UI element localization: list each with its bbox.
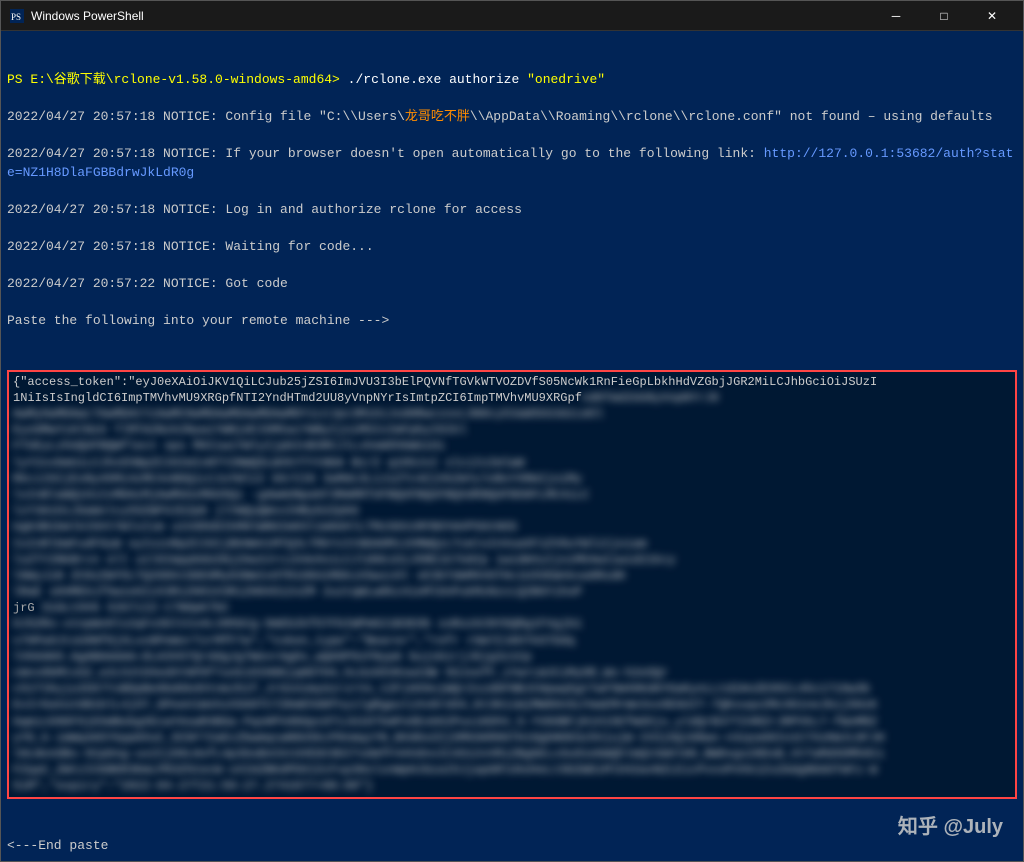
app-icon: PS [9, 8, 25, 24]
token-line-6: RkciI6IjExNy45Mi4zMC4xNDQiLCJuYWl1I b5/C… [13, 472, 582, 486]
command-arg-1: "onedrive" [527, 72, 605, 87]
terminal-footer: <---End paste PS E:\谷歌下载\rclone-v1.58.0-… [7, 801, 1017, 862]
token-line-21: GqmicD9DF9jEkWNobgXEcwYAswR4BGa-PqoHPVd6… [13, 715, 877, 729]
window-controls: ─ □ ✕ [873, 1, 1015, 31]
notice-line-3: 2022/04/27 20:57:18 NOTICE: Log in and a… [7, 201, 1017, 220]
token-line-10: IsInRlbmFudF9yW oyIsinRpZCI6IjBkNmViMTQ3… [13, 537, 647, 551]
token-line-9: Ugb3B1bmlkIGVtYWlsIim u1VdOUDIkRNlWNGIm0… [13, 520, 517, 534]
token-line-12: l6WyJiN ZC0zZWY5LTQ2ODktODE0My03NmIxOTR1… [13, 569, 625, 583]
token-line-20: EvIrKaVut6B1blL4jST_GPeaViWshzXSG9TC7ZKm… [13, 698, 877, 712]
svg-text:PS: PS [11, 12, 21, 22]
token-line-16: v7HPa9JtsU9Nf8jXLxo8PeWorTzrMfF7w","toke… [13, 634, 575, 648]
token-line-5: lyY2xvbmUiLCJhcEhBpZCI6ImIxNTY2NWQ5LWVkY… [13, 456, 524, 470]
minimize-button[interactable]: ─ [873, 1, 919, 31]
maximize-button[interactable]: □ [921, 1, 967, 31]
paste-label: Paste the following into your remote mac… [7, 312, 1017, 331]
title-bar: PS Windows PowerShell ─ □ ✕ [1, 1, 1023, 31]
token-line-11: lsZTY2NkBrcn ell u1l6ImppbGU2NjZAa3Jrci5… [13, 553, 676, 567]
notice-line-2: 2022/04/27 20:57:18 NOTICE: If your brow… [7, 145, 1017, 183]
token-line-19: c51TIKyjuIEK7YxBDpBe9bdGkdVtnmJ51f_JrOsV… [13, 682, 870, 696]
terminal-output: PS E:\谷歌下载\rclone-v1.58.0-windows-amd64>… [7, 35, 1017, 368]
token-line-3: EyoGMwYzAlNzU TlMTA2Nzk2NywiYWNjdCI6MCwi… [13, 423, 467, 437]
terminal-area[interactable]: PS E:\谷歌下载\rclone-v1.58.0-windows-amd64>… [1, 31, 1023, 861]
notice-line-4: 2022/04/27 20:57:18 NOTICE: Waiting for … [7, 238, 1017, 257]
token-line-23: lHLNnnOBx-5CpDng-ux2Ij99LHofL4p3GsBnCktU… [13, 747, 884, 761]
watermark: 知乎 @July [898, 813, 1003, 841]
notice-line-1: 2022/04/27 20:57:18 NOTICE: Config file … [7, 108, 1017, 127]
token-output-box: {"access_token":"eyJ0eXAiOiJKV1QiLCJub25… [7, 370, 1017, 799]
token-line-15: OJ5ZRo-xtnpWo0ls2qFo3GltCo4cJHhbCg-9mEb2… [13, 617, 582, 631]
notice-line-5: 2022/04/27 20:57:22 NOTICE: Got code [7, 275, 1017, 294]
token-line-14: jrG S1GLtOVG X2G7iIZ-t7NHpK7bC [13, 601, 229, 615]
prompt-1: PS E:\谷歌下载\rclone-v1.58.0-windows-amd64> [7, 72, 340, 87]
token-line-2: AwMyOwMDAwLTAwMDAtYzAwMC0wMDAwMDAwMDAwMD… [13, 407, 604, 421]
token-line-22: yYD_k-imWq4A5Ykpp6XuC_SCbF72aEcZbwmqcwN6… [13, 731, 884, 745]
token-line-4: FTUEyLzhUQUFBQWflect ops M9IiwiYWlyIjpbI… [13, 439, 445, 453]
token-line-25: 5iM","expiry":"2022-04-27T21:59:27.27416… [13, 779, 373, 793]
token-line-17: lVkKAK0.AgABAAAAA—DLA3VO7QrddgJg7WevrAgD… [13, 650, 532, 664]
powershell-window: PS Windows PowerShell ─ □ ✕ PS E:\谷歌下载\r… [0, 0, 1024, 862]
command-text-1: ./rclone.exe authorize [340, 72, 527, 87]
close-button[interactable]: ✕ [969, 1, 1015, 31]
token-line-24: FZqaC_ZWtzICKBKR3KmLPR3ZhCecW-sXIAZBKdPE… [13, 763, 877, 777]
token-line-1: {"access_token":"eyJ0eXAiOiJKV1QiLCJub25… [13, 375, 877, 405]
command-line-1: PS E:\谷歌下载\rclone-v1.58.0-windows-amd64>… [7, 71, 1017, 90]
token-line-8: lzY3A1OiJGaWxlcy5SZWFkIEZpb jlYWQuQWxsIH… [13, 504, 359, 518]
end-paste-label: <---End paste [7, 837, 1017, 856]
token-line-7: lsInBlaWQiOiIxMDAzMjAwMUUzMOU5Qi -gdwmUN… [13, 488, 589, 502]
token-line-13: lRaE s84MEkifSwieGIzX3RiZHO1X3RiZH04S12v… [13, 585, 582, 599]
window-title: Windows PowerShell [31, 9, 873, 23]
token-line-18: cWvv0bMts5Z_e2Lh2tDXedXYAP0f7unk19IH6Kjq… [13, 666, 668, 680]
